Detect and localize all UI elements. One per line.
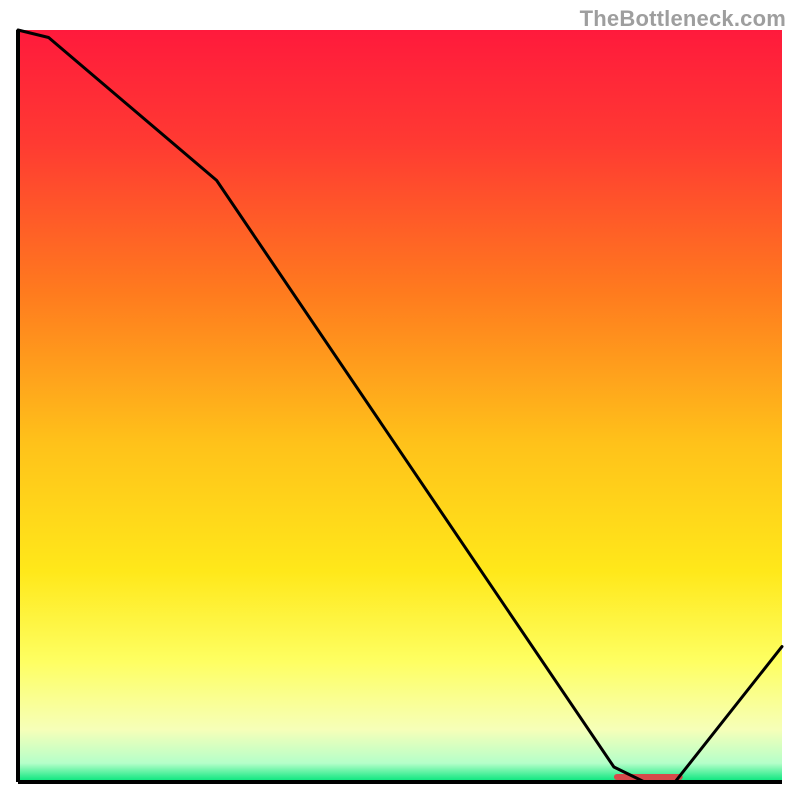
plateau-marker: [614, 774, 683, 780]
plot-background: [18, 30, 782, 782]
chart-canvas: [0, 0, 800, 800]
attribution-label: TheBottleneck.com: [580, 6, 786, 32]
chart-root: TheBottleneck.com: [0, 0, 800, 800]
